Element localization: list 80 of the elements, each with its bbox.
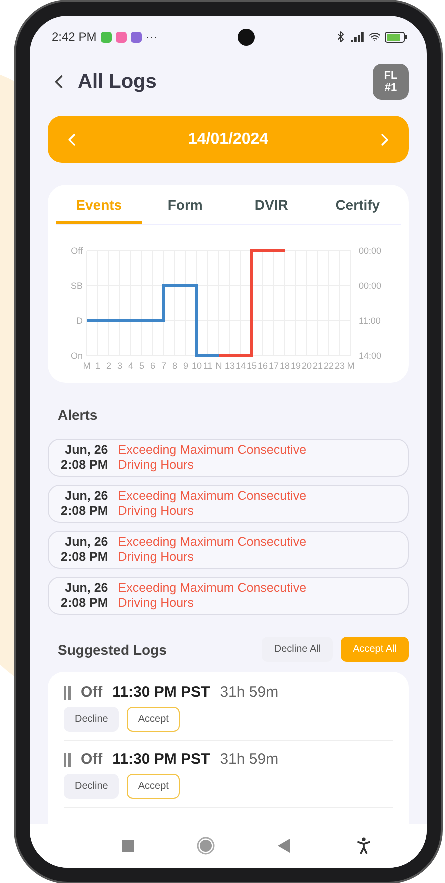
axis-label: SB [70, 281, 82, 291]
alert-date: Jun, 26 [65, 535, 108, 550]
alert-date: Jun, 26 [65, 581, 108, 596]
axis-label: 1 [95, 361, 100, 371]
decline-button[interactable]: Decline [64, 707, 120, 732]
notification-icon [100, 32, 112, 42]
status-time: 2:42 PM [52, 30, 97, 44]
axis-label: 21 [312, 361, 322, 371]
axis-label: 16 [258, 361, 268, 371]
alert-time: 2:08 PM [61, 504, 108, 519]
axis-label: 4 [128, 361, 133, 371]
tab[interactable]: Certify [314, 191, 401, 224]
section-title: Suggested Logs [58, 642, 167, 658]
axis-label: Off [70, 246, 82, 256]
axis-label: 8 [172, 361, 177, 371]
axis-label: 6 [150, 361, 155, 371]
axis-label: On [70, 351, 82, 361]
section-title: Alerts [58, 407, 99, 423]
battery-icon [384, 32, 409, 42]
axis-label: 20 [302, 361, 312, 371]
notification-icon [130, 32, 142, 42]
log-status: Off [81, 684, 103, 701]
accept-button[interactable]: Accept [127, 707, 180, 732]
alert-date: Jun, 26 [65, 489, 108, 504]
alert-time: 2:08 PM [61, 596, 108, 611]
axis-label: N [215, 361, 222, 371]
axis-label: 13 [224, 361, 234, 371]
axis-label: 15 [246, 361, 256, 371]
axis-label: 11 [202, 361, 212, 371]
axis-label: 3 [117, 361, 122, 371]
home-icon[interactable] [196, 837, 215, 855]
log-time: 11:30 PM PST [112, 751, 210, 768]
alert-message: Exceeding Maximum Consecutive Driving Hours [118, 489, 308, 519]
axis-label: 7 [161, 361, 166, 371]
square-icon[interactable] [122, 840, 134, 852]
decline-button[interactable]: Decline [64, 774, 120, 799]
axis-label: 10 [192, 361, 202, 371]
axis-label: M [346, 361, 354, 371]
page-title: All Logs [78, 70, 157, 94]
camera-hole [238, 28, 255, 46]
more-notifications: ··· [146, 30, 158, 44]
axis-label: 2 [106, 361, 111, 371]
alert-item[interactable]: Jun, 26 2:08 PM Exceeding Maximum Consecutive Driving Hours [48, 439, 409, 477]
total-label: 00:00 [358, 281, 382, 291]
alert-item[interactable]: Jun, 26 2:08 PM Exceeding Maximum Consecutive Driving Hours [48, 531, 409, 569]
axis-label: 5 [139, 361, 144, 371]
log-time: 11:30 PM PST [112, 684, 210, 701]
axis-label: D [76, 316, 82, 326]
alert-time: 2:08 PM [61, 458, 108, 473]
axis-label: 22 [324, 361, 334, 371]
axis-label: 17 [268, 361, 278, 371]
decline-all-button[interactable]: Decline All [262, 637, 334, 662]
driver-badge[interactable]: FL #1 [373, 64, 409, 100]
signal-icon [350, 32, 365, 42]
total-label: 11:00 [358, 316, 380, 326]
log-duration: 31h 59m [220, 751, 279, 768]
total-label: 14:00 [358, 351, 382, 361]
accept-button[interactable]: Accept [127, 774, 180, 799]
alert-item[interactable]: Jun, 26 2:08 PM Exceeding Maximum Consecutive Driving Hours [48, 485, 409, 523]
alert-date: Jun, 26 [65, 443, 108, 458]
drag-handle-icon[interactable] [64, 686, 71, 700]
notification-icon [116, 32, 127, 42]
total-label: 00:00 [358, 246, 382, 256]
tab[interactable]: DVIR [228, 191, 315, 224]
drag-handle-icon[interactable] [64, 752, 71, 766]
alert-item[interactable]: Jun, 26 2:08 PM Exceeding Maximum Consecutive Driving Hours [48, 577, 409, 615]
alert-time: 2:08 PM [61, 550, 108, 565]
axis-label: 9 [183, 361, 188, 371]
alert-message: Exceeding Maximum Consecutive Driving Hours [118, 535, 308, 565]
axis-label: 18 [280, 361, 290, 371]
log-status: Off [81, 751, 103, 768]
alert-message: Exceeding Maximum Consecutive Driving Hours [118, 581, 308, 611]
alert-message: Exceeding Maximum Consecutive Driving Hours [118, 443, 308, 473]
axis-label: 14 [236, 361, 246, 371]
log-duration: 31h 59m [220, 684, 279, 701]
axis-label: 19 [290, 361, 300, 371]
tab[interactable]: Form [142, 191, 228, 224]
date-label: 14/01/2024 [188, 130, 269, 148]
axis-label: 23 [334, 361, 344, 371]
axis-label: M [82, 361, 90, 371]
